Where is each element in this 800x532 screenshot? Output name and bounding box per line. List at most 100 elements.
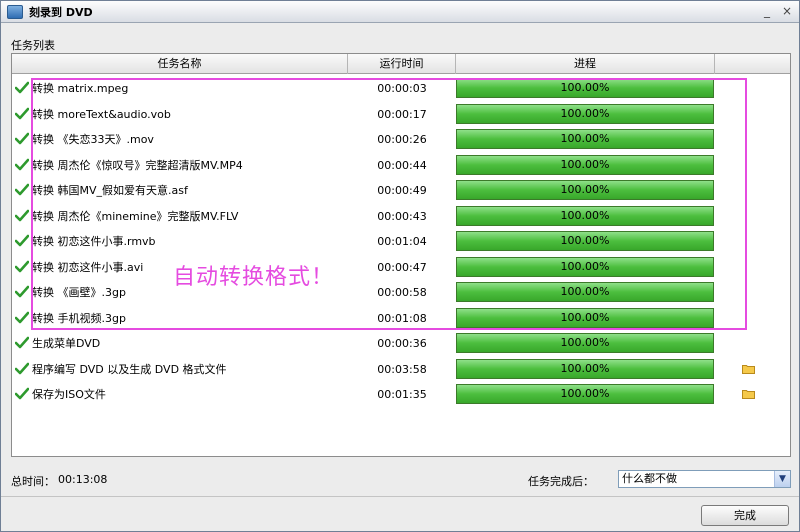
checkmark-icon — [15, 234, 29, 247]
annotation-text: 自动转换格式！ — [173, 265, 335, 290]
progress-bar: 100.00% — [456, 282, 714, 302]
progress-percent: 100.00% — [560, 132, 610, 145]
task-time: 00:00:47 — [377, 260, 427, 274]
task-name: 转换 手机视频.3gp — [32, 311, 126, 325]
progress-bar: 100.00% — [456, 384, 714, 404]
folder-icon[interactable] — [742, 364, 755, 374]
progress-bar: 100.00% — [456, 333, 714, 353]
window-title: 刻录到 DVD — [29, 5, 93, 19]
progress-percent: 100.00% — [560, 208, 610, 222]
grid-header: 任务名称 运行时间 进程 — [12, 54, 790, 74]
task-name: 保存为ISO文件 — [32, 388, 106, 401]
task-time: 00:01:08 — [377, 311, 427, 325]
task-row[interactable]: 转换 matrix.mpeg 00:00:03 100.00% — [12, 76, 790, 102]
progress-bar: 100.00% — [456, 358, 714, 379]
progress-bar: 100.00% — [456, 103, 714, 124]
task-time: 00:00:26 — [377, 133, 427, 146]
after-complete-select[interactable]: 什么都不做 ▼ — [618, 470, 791, 488]
dvd-burn-window: 刻录到 DVD _ × 任务列表 任务名称 运行时间 进程 转换 matrix.… — [0, 0, 800, 532]
dvd-app-icon — [7, 4, 23, 19]
task-row[interactable]: 生成菜单DVD 00:00:36 100.00% — [12, 331, 790, 357]
task-time: 00:00:36 — [377, 337, 427, 350]
checkmark-icon — [15, 107, 29, 119]
task-name: 转换 韩国MV_假如爱有天意.asf — [32, 184, 188, 197]
task-time: 00:00:58 — [377, 286, 427, 299]
task-row[interactable]: 保存为ISO文件 00:01:35 100.00% — [12, 382, 790, 408]
checkmark-icon — [15, 158, 29, 170]
task-name: 转换 moreText&audio.vob — [32, 107, 171, 121]
task-name: 转换 初恋这件小事.rmvb — [32, 235, 156, 248]
column-header-time[interactable]: 运行时间 — [348, 54, 456, 74]
task-row[interactable]: 转换 周杰伦《minemine》完整版MV.FLV 00:00:43 100.00% — [12, 204, 790, 230]
task-time: 00:03:58 — [377, 362, 427, 376]
checkmark-icon — [15, 285, 29, 298]
total-time-value: 00:13:08 — [58, 473, 108, 486]
task-grid: 任务名称 运行时间 进程 转换 matrix.mpeg 00:00:03 100.0… — [11, 53, 791, 457]
checkmark-icon — [15, 387, 29, 400]
task-name: 转换 《画壁》.3gp — [32, 286, 126, 299]
progress-bar: 100.00% — [456, 180, 714, 200]
task-name: 转换 《失恋33天》.mov — [32, 133, 154, 146]
task-row[interactable]: 程序编写 DVD 以及生成 DVD 格式文件 00:03:58 100.00% — [12, 357, 790, 383]
checkmark-icon — [15, 183, 29, 196]
task-time: 00:00:44 — [377, 158, 427, 172]
progress-bar: 100.00% — [456, 154, 714, 175]
divider — [1, 496, 799, 497]
task-name: 转换 周杰伦《minemine》完整版MV.FLV — [32, 209, 239, 223]
task-row[interactable]: 转换 周杰伦《惊叹号》完整超清版MV.MP4 00:00:44 100.00% — [12, 153, 790, 179]
progress-bar: 100.00% — [456, 256, 714, 277]
progress-percent: 100.00% — [560, 157, 610, 171]
task-name: 转换 周杰伦《惊叹号》完整超清版MV.MP4 — [32, 158, 243, 172]
checkmark-icon — [15, 132, 29, 145]
progress-percent: 100.00% — [560, 285, 610, 298]
task-row[interactable]: 转换 《失恋33天》.mov 00:00:26 100.00% — [12, 127, 790, 153]
progress-bar: 100.00% — [456, 307, 714, 328]
task-name: 转换 matrix.mpeg — [32, 82, 129, 95]
close-button[interactable]: × — [779, 4, 795, 19]
progress-percent: 100.00% — [560, 259, 610, 273]
progress-percent: 100.00% — [560, 310, 610, 324]
checkmark-icon — [15, 362, 29, 374]
task-row[interactable]: 转换 手机视频.3gp 00:01:08 100.00% — [12, 306, 790, 332]
checkmark-icon — [15, 81, 29, 94]
task-time: 00:00:43 — [377, 209, 427, 223]
done-button[interactable]: 完成 — [701, 505, 789, 526]
task-row[interactable]: 转换 韩国MV_假如爱有天意.asf 00:00:49 100.00% — [12, 178, 790, 204]
progress-bar: 100.00% — [456, 205, 714, 226]
progress-percent: 100.00% — [560, 183, 610, 196]
column-header-name[interactable]: 任务名称 — [12, 54, 348, 74]
title-bar: 刻录到 DVD _ × — [1, 1, 799, 23]
progress-percent: 100.00% — [560, 387, 610, 400]
folder-icon[interactable] — [742, 389, 755, 399]
progress-percent: 100.00% — [560, 234, 610, 247]
total-time-label: 总时间： — [11, 475, 55, 488]
chevron-down-icon[interactable]: ▼ — [774, 471, 790, 487]
task-name: 生成菜单DVD — [32, 337, 101, 350]
progress-percent: 100.00% — [560, 81, 610, 94]
task-time: 00:01:04 — [377, 235, 427, 248]
progress-percent: 100.00% — [560, 106, 610, 120]
task-name: 转换 初恋这件小事.avi — [32, 260, 144, 274]
minimize-button[interactable]: _ — [759, 4, 775, 19]
task-row[interactable]: 转换 初恋这件小事.rmvb 00:01:04 100.00% — [12, 229, 790, 255]
task-list-label: 任务列表 — [11, 39, 55, 52]
task-row[interactable]: 转换 《画壁》.3gp 00:00:58 100.00% — [12, 280, 790, 306]
column-header-progress[interactable]: 进程 — [456, 54, 715, 74]
checkmark-icon — [15, 260, 29, 272]
task-name: 程序编写 DVD 以及生成 DVD 格式文件 — [32, 362, 227, 376]
progress-percent: 100.00% — [560, 336, 610, 349]
checkmark-icon — [15, 336, 29, 349]
task-time: 00:00:03 — [377, 82, 427, 95]
progress-bar: 100.00% — [456, 78, 714, 98]
checkmark-icon — [15, 209, 29, 221]
progress-percent: 100.00% — [560, 361, 610, 375]
progress-bar: 100.00% — [456, 231, 714, 251]
task-row[interactable]: 转换 初恋这件小事.avi 00:00:47 100.00% — [12, 255, 790, 281]
checkmark-icon — [15, 311, 29, 323]
after-complete-label: 任务完成后： — [528, 475, 594, 488]
column-header-extra — [715, 54, 790, 74]
progress-bar: 100.00% — [456, 129, 714, 149]
task-time: 00:01:35 — [377, 388, 427, 401]
task-row[interactable]: 转换 moreText&audio.vob 00:00:17 100.00% — [12, 102, 790, 128]
after-complete-selected: 什么都不做 — [622, 472, 677, 485]
